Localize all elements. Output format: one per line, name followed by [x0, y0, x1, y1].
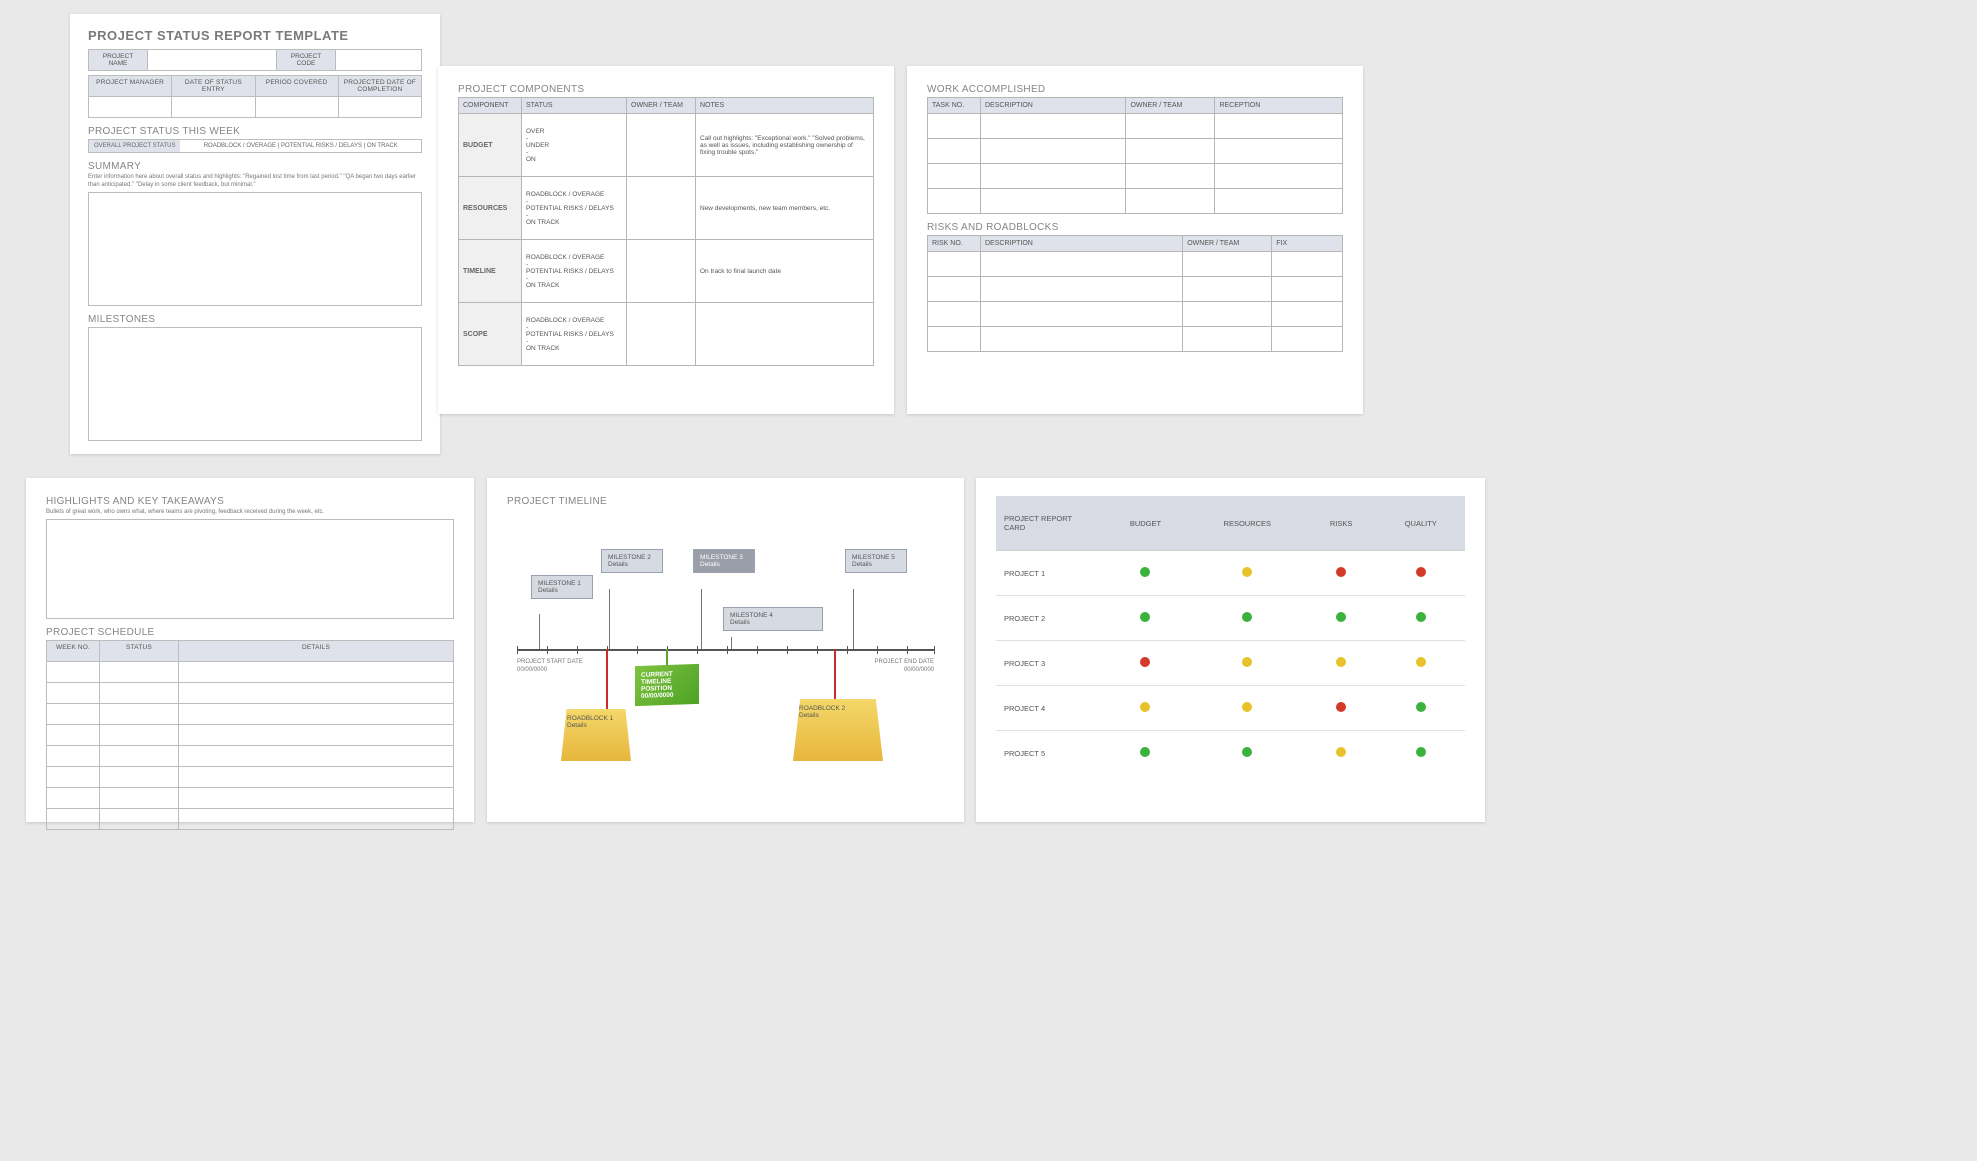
highlights-heading: HIGHLIGHTS AND KEY TAKEAWAYS: [46, 496, 454, 507]
status-dot-icon: [1416, 657, 1426, 667]
project-name: PROJECT 3: [996, 641, 1102, 686]
page-status-report: PROJECT STATUS REPORT TEMPLATE PROJECT N…: [70, 14, 440, 454]
status-dot-icon: [1416, 567, 1426, 577]
milestone-card: MILESTONE 2 Details: [601, 549, 663, 573]
milestone-card: MILESTONE 4 Details: [723, 607, 823, 631]
status-dot-icon: [1242, 657, 1252, 667]
project-code-label: PROJECT CODE: [277, 50, 336, 71]
table-row: [928, 252, 1343, 277]
status-week-heading: PROJECT STATUS THIS WEEK: [88, 126, 422, 137]
row-timeline: TIMELINEROADBLOCK / OVERAGE - POTENTIAL …: [459, 240, 874, 303]
template-gallery: PROJECT STATUS REPORT TEMPLATE PROJECT N…: [0, 0, 1977, 1161]
components-heading: PROJECT COMPONENTS: [458, 84, 874, 95]
status-dot-icon: [1416, 612, 1426, 622]
table-row: [47, 703, 454, 724]
status-dot-icon: [1140, 702, 1150, 712]
table-row: [47, 745, 454, 766]
status-dot-icon: [1416, 702, 1426, 712]
status-dot-icon: [1336, 702, 1346, 712]
row-resources: RESOURCESROADBLOCK / OVERAGE - POTENTIAL…: [459, 177, 874, 240]
page-work-risks: WORK ACCOMPLISHED TASK NO. DESCRIPTION O…: [907, 66, 1363, 414]
page-timeline: PROJECT TIMELINE PROJECT START DATE 00/0…: [487, 478, 964, 822]
table-row: [928, 114, 1343, 139]
table-row: [47, 766, 454, 787]
project-name: PROJECT 5: [996, 731, 1102, 776]
milestones-heading: MILESTONES: [88, 314, 422, 325]
components-table: COMPONENT STATUS OWNER / TEAM NOTES BUDG…: [458, 97, 874, 366]
roadblock-card: ROADBLOCK 2 Details: [793, 699, 883, 761]
project-name: PROJECT 1: [996, 551, 1102, 596]
current-position-flag: CURRENT TIMELINE POSITION 00/00/0000: [635, 664, 699, 706]
project-meta-table: PROJECT MANAGER DATE OF STATUS ENTRY PER…: [88, 75, 422, 118]
table-row: [928, 164, 1343, 189]
roadblock-card: ROADBLOCK 1 Details: [561, 709, 631, 761]
schedule-table: WEEK NO. STATUS DETAILS: [46, 640, 454, 830]
status-dot-icon: [1242, 702, 1252, 712]
work-heading: WORK ACCOMPLISHED: [927, 84, 1343, 95]
status-dot-icon: [1336, 612, 1346, 622]
schedule-heading: PROJECT SCHEDULE: [46, 627, 454, 638]
table-row: [47, 808, 454, 829]
highlights-box: [46, 519, 454, 619]
table-row: PROJECT 4: [996, 686, 1465, 731]
status-dot-icon: [1336, 747, 1346, 757]
timeline-diagram: PROJECT START DATE 00/00/0000 PROJECT EN…: [507, 509, 944, 789]
row-scope: SCOPEROADBLOCK / OVERAGE - POTENTIAL RIS…: [459, 303, 874, 366]
table-row: PROJECT 5: [996, 731, 1465, 776]
page-report-card: PROJECT REPORT CARD BUDGET RESOURCES RIS…: [976, 478, 1485, 822]
title: PROJECT STATUS REPORT TEMPLATE: [88, 28, 422, 43]
status-dot-icon: [1416, 747, 1426, 757]
end-date: PROJECT END DATE 00/00/0000: [875, 659, 934, 675]
table-row: PROJECT 3: [996, 641, 1465, 686]
status-dot-icon: [1140, 657, 1150, 667]
project-name: PROJECT 2: [996, 596, 1102, 641]
overall-status-bar: OVERALL PROJECT STATUS ROADBLOCK / OVERA…: [88, 139, 422, 153]
table-row: [928, 302, 1343, 327]
milestone-card: MILESTONE 1 Details: [531, 575, 593, 599]
summary-box: [88, 192, 422, 306]
status-dot-icon: [1140, 612, 1150, 622]
project-id-table: PROJECT NAME PROJECT CODE: [88, 49, 422, 71]
page-components: PROJECT COMPONENTS COMPONENT STATUS OWNE…: [438, 66, 894, 414]
status-dot-icon: [1336, 567, 1346, 577]
summary-hint: Enter information here about overall sta…: [88, 174, 422, 190]
project-name: PROJECT 4: [996, 686, 1102, 731]
status-dot-icon: [1242, 612, 1252, 622]
project-name-label: PROJECT NAME: [89, 50, 148, 71]
table-row: [47, 724, 454, 745]
status-dot-icon: [1140, 567, 1150, 577]
summary-heading: SUMMARY: [88, 161, 422, 172]
milestone-card: MILESTONE 3 Details: [693, 549, 755, 573]
start-date: PROJECT START DATE 00/00/0000: [517, 659, 583, 675]
table-row: PROJECT 2: [996, 596, 1465, 641]
milestone-card: MILESTONE 5 Details: [845, 549, 907, 573]
table-row: PROJECT 1: [996, 551, 1465, 596]
risks-table: RISK NO. DESCRIPTION OWNER / TEAM FIX: [927, 235, 1343, 352]
row-budget: BUDGETOVER - UNDER - ONCall out highligh…: [459, 114, 874, 177]
risks-heading: RISKS AND ROADBLOCKS: [927, 222, 1343, 233]
work-table: TASK NO. DESCRIPTION OWNER / TEAM RECEPT…: [927, 97, 1343, 214]
table-row: [47, 787, 454, 808]
table-row: [928, 139, 1343, 164]
page-highlights-schedule: HIGHLIGHTS AND KEY TAKEAWAYS Bullets of …: [26, 478, 474, 822]
report-card-table: PROJECT REPORT CARD BUDGET RESOURCES RIS…: [996, 496, 1465, 775]
table-row: [47, 661, 454, 682]
table-row: [928, 189, 1343, 214]
status-dot-icon: [1242, 747, 1252, 757]
overall-status-label: OVERALL PROJECT STATUS: [89, 140, 180, 152]
status-dot-icon: [1242, 567, 1252, 577]
table-row: [928, 277, 1343, 302]
timeline-axis: [517, 649, 934, 651]
milestones-box: [88, 327, 422, 441]
table-row: [47, 682, 454, 703]
status-dot-icon: [1140, 747, 1150, 757]
status-options: ROADBLOCK / OVERAGE | POTENTIAL RISKS / …: [180, 140, 421, 152]
highlights-hint: Bullets of great work, who owns what, wh…: [46, 509, 454, 517]
timeline-heading: PROJECT TIMELINE: [507, 496, 944, 507]
table-row: [928, 327, 1343, 352]
status-dot-icon: [1336, 657, 1346, 667]
